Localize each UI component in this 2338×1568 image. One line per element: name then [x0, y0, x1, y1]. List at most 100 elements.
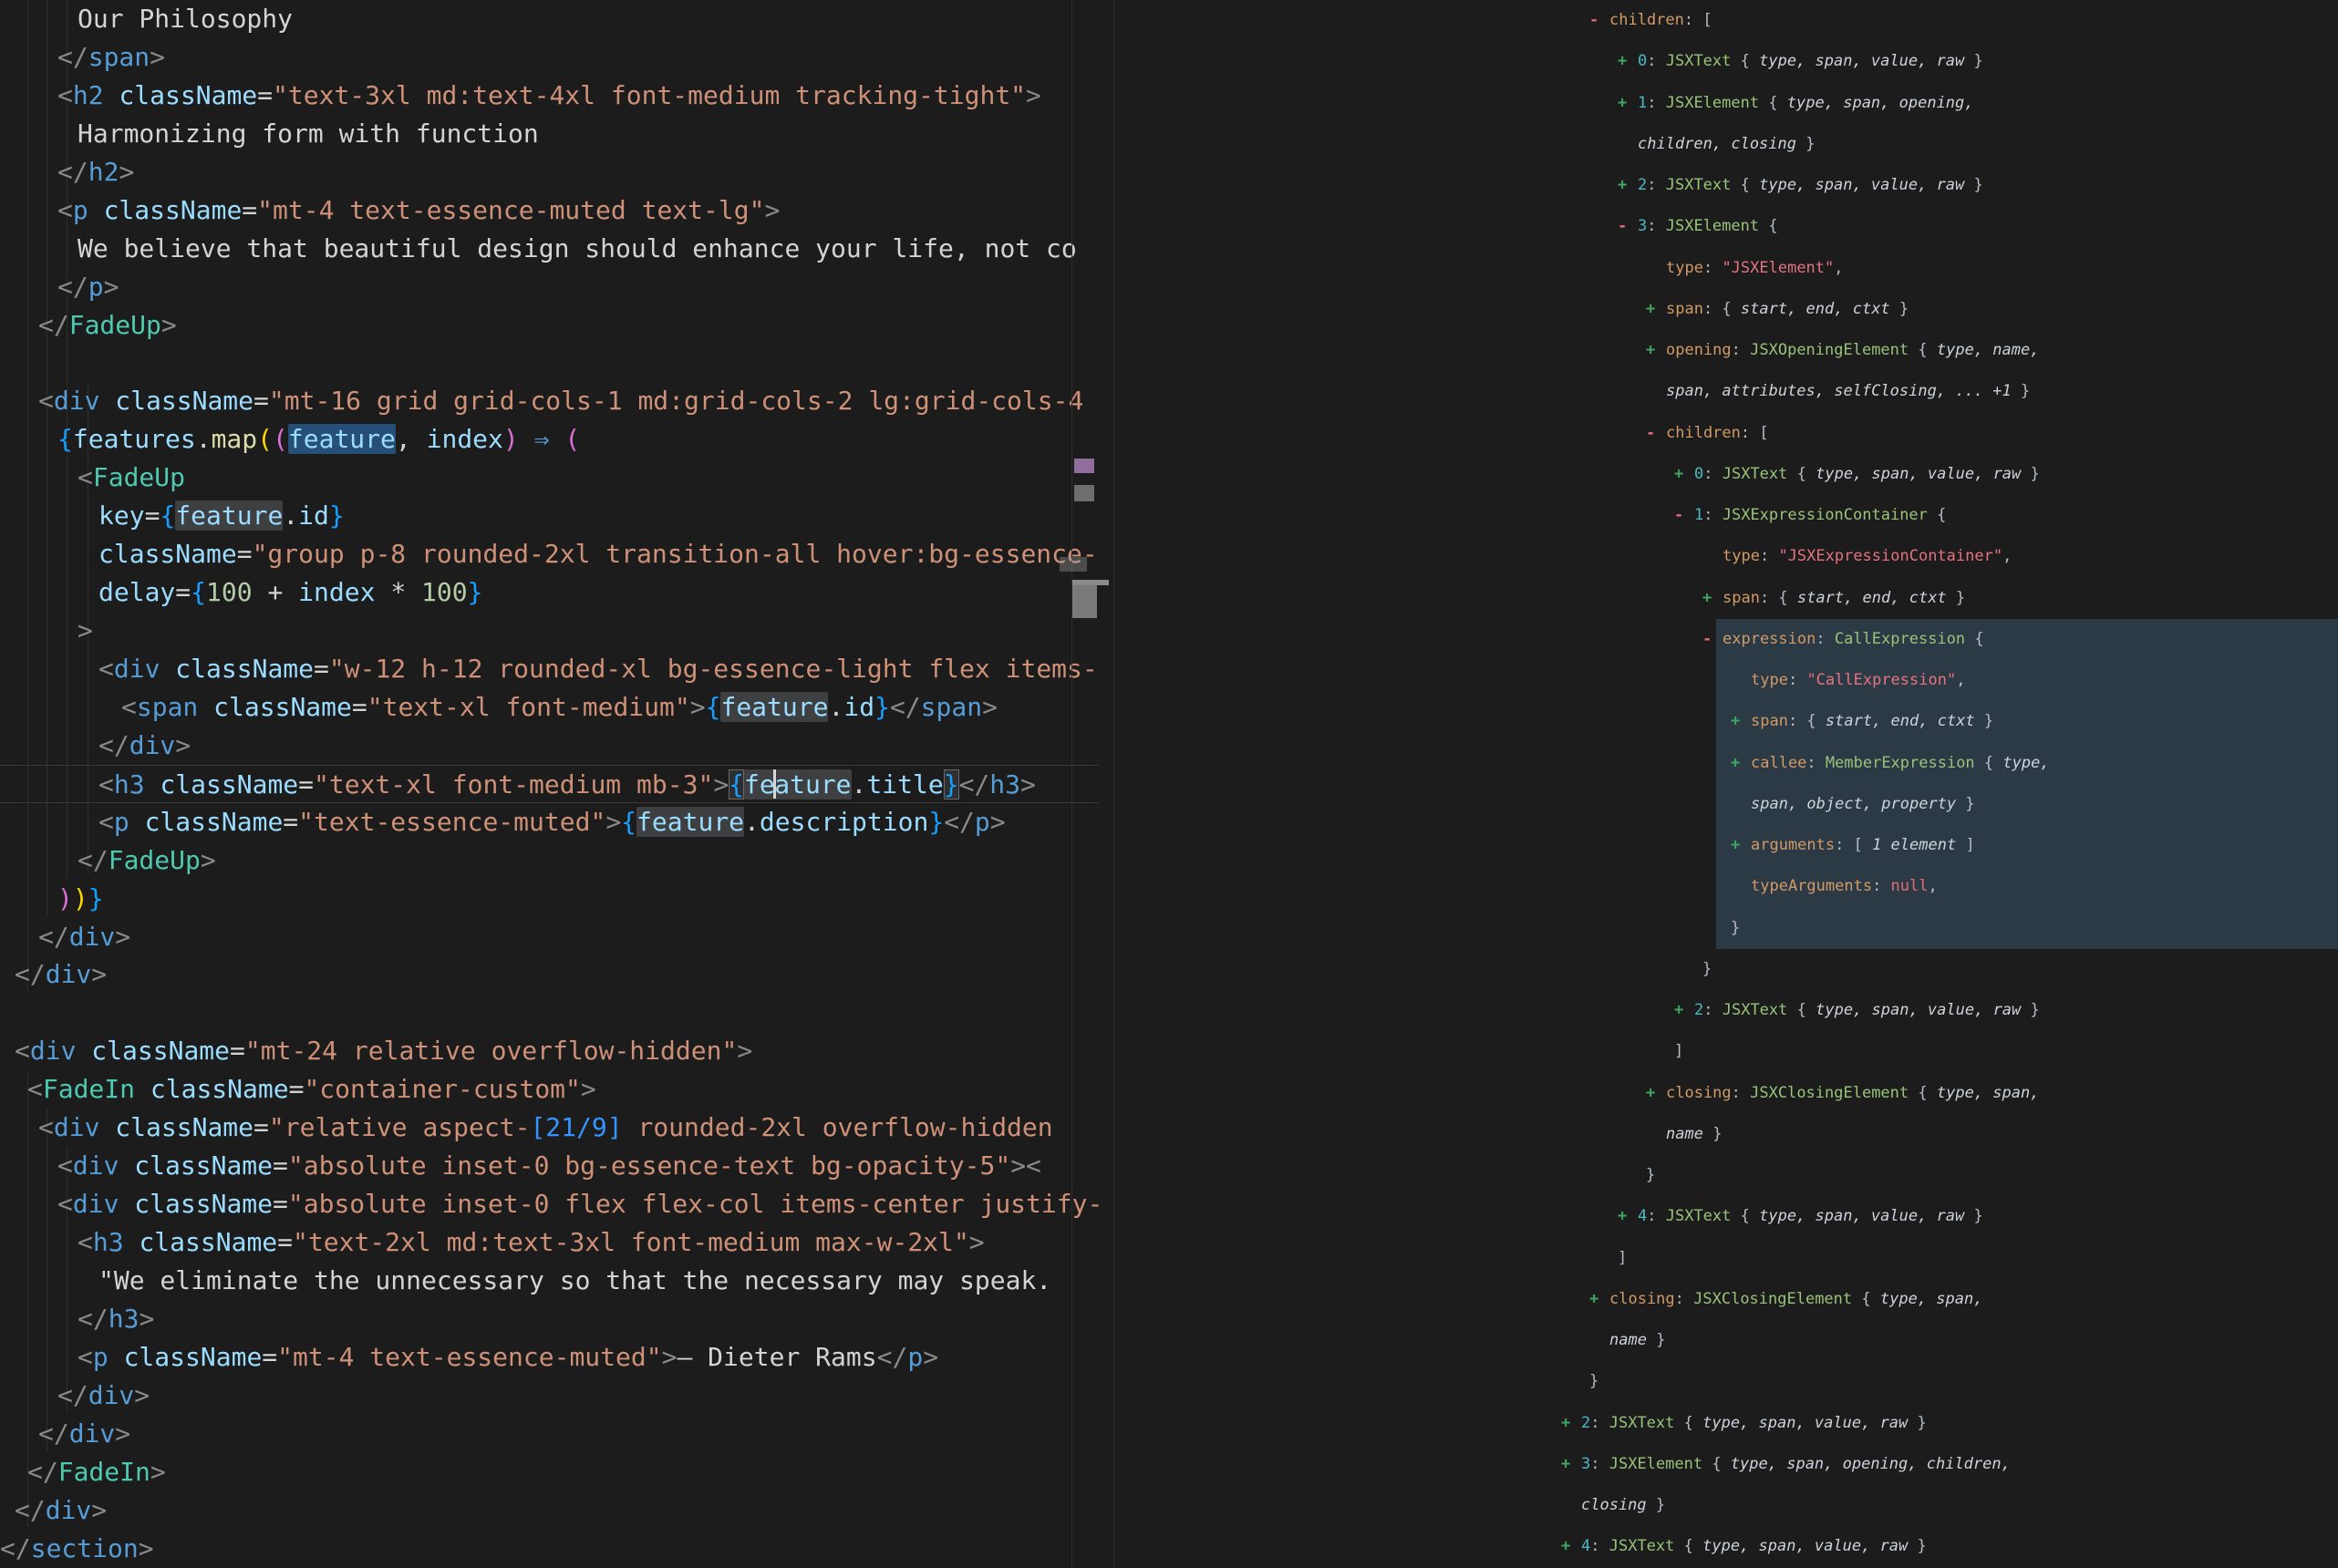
code-line[interactable]: <p className="mt-4 text-essence-muted">—… [0, 1338, 1099, 1377]
expand-toggle-icon[interactable]: + [1646, 1073, 1655, 1114]
code-line[interactable]: <div className="mt-16 grid grid-cols-1 m… [0, 382, 1099, 420]
code-line[interactable]: </p> [0, 268, 1099, 306]
ast-row[interactable]: -expression: CallExpression { [1550, 619, 2338, 660]
ast-row[interactable]: +2: JSXText { type, span, value, raw } [1550, 990, 2338, 1031]
code-line[interactable]: ))} [0, 880, 1099, 918]
ast-row[interactable]: } [1550, 1155, 2338, 1196]
code-line[interactable]: {features.map((feature, index) ⇒ ( [0, 420, 1099, 459]
code-line[interactable]: <p className="mt-4 text-essence-muted te… [0, 191, 1099, 230]
ast-row[interactable]: name } [1550, 1320, 2338, 1361]
ast-row[interactable]: +0: JSXText { type, span, value, raw } [1550, 41, 2338, 82]
ast-tree-pane[interactable]: -children: [+0: JSXText { type, span, va… [1550, 0, 2338, 1568]
ast-row[interactable]: +span: { start, end, ctxt } [1550, 701, 2338, 742]
code-line[interactable]: "We eliminate the unnecessary so that th… [0, 1262, 1099, 1300]
expand-toggle-icon[interactable]: + [1731, 701, 1740, 742]
ast-row[interactable]: span, attributes, selfClosing, ... +1 } [1550, 371, 2338, 412]
code-line[interactable]: </span> [0, 38, 1099, 77]
code-line[interactable]: </div> [0, 1415, 1099, 1453]
expand-toggle-icon[interactable]: + [1561, 1403, 1570, 1444]
code-line[interactable]: Harmonizing form with function [0, 115, 1099, 153]
collapse-toggle-icon[interactable]: - [1674, 495, 1683, 536]
ast-row[interactable]: closing } [1550, 1485, 2338, 1526]
code-line[interactable]: > [0, 612, 1099, 650]
ast-row[interactable]: -3: JSXElement { [1550, 206, 2338, 247]
collapse-toggle-icon[interactable]: - [1618, 206, 1627, 247]
ast-row[interactable]: +closing: JSXClosingElement { type, span… [1550, 1279, 2338, 1320]
code-line[interactable]: </div> [0, 918, 1099, 956]
ast-row[interactable]: +span: { start, end, ctxt } [1550, 578, 2338, 619]
ast-row[interactable]: +3: JSXElement { type, span, opening, ch… [1550, 1444, 2338, 1485]
ast-row[interactable]: +arguments: [ 1 element ] [1550, 825, 2338, 866]
ast-row[interactable]: +opening: JSXOpeningElement { type, name… [1550, 330, 2338, 371]
ast-row[interactable]: type: "CallExpression", [1550, 660, 2338, 701]
ast-row[interactable]: type: "JSXElement", [1550, 248, 2338, 289]
code-line[interactable]: </FadeIn> [0, 1453, 1099, 1491]
ast-row[interactable]: +span: { start, end, ctxt } [1550, 289, 2338, 330]
code-line[interactable]: </FadeUp> [0, 841, 1099, 880]
code-line[interactable]: </div> [0, 1377, 1099, 1415]
ast-row[interactable]: +4: JSXText { type, span, value, raw } [1550, 1196, 2338, 1237]
code-line[interactable]: <p className="text-essence-muted">{featu… [0, 803, 1099, 841]
expand-toggle-icon[interactable]: + [1561, 1444, 1570, 1485]
expand-toggle-icon[interactable]: + [1674, 990, 1683, 1031]
code-line[interactable]: </h3> [0, 1300, 1099, 1338]
ast-row[interactable]: +2: JSXText { type, span, value, raw } [1550, 165, 2338, 206]
ast-row[interactable]: -1: JSXExpressionContainer { [1550, 495, 2338, 536]
ast-row[interactable]: } [1550, 908, 2338, 949]
collapse-toggle-icon[interactable]: - [1702, 619, 1712, 660]
ast-row[interactable]: +1: JSXElement { type, span, opening, [1550, 83, 2338, 124]
ast-row[interactable]: +0: JSXText { type, span, value, raw } [1550, 454, 2338, 495]
minimap[interactable] [1071, 0, 1114, 1568]
ast-row[interactable]: ] [1550, 1238, 2338, 1279]
ast-row[interactable]: -children: [ [1550, 0, 2338, 41]
ast-row[interactable]: +4: JSXText { type, span, value, raw } [1550, 1526, 2338, 1567]
expand-toggle-icon[interactable]: + [1731, 825, 1740, 866]
expand-toggle-icon[interactable]: + [1702, 578, 1712, 619]
ast-row[interactable]: type: "JSXExpressionContainer", [1550, 536, 2338, 577]
code-line[interactable]: </FadeUp> [0, 306, 1099, 345]
expand-toggle-icon[interactable]: + [1618, 41, 1627, 82]
ast-row[interactable]: children, closing } [1550, 124, 2338, 165]
expand-toggle-icon[interactable]: + [1618, 83, 1627, 124]
expand-toggle-icon[interactable]: + [1674, 454, 1683, 495]
ast-row[interactable]: +callee: MemberExpression { type, [1550, 743, 2338, 784]
minimap-slider[interactable] [1072, 585, 1097, 618]
code-line[interactable]: delay={100 + index * 100} [0, 573, 1099, 612]
code-line[interactable]: </div> [0, 955, 1099, 994]
ast-row[interactable]: typeArguments: null, [1550, 866, 2338, 907]
code-line[interactable]: key={feature.id} [0, 497, 1099, 535]
code-editor-pane[interactable]: Our Philosophy</span><h2 className="text… [0, 0, 1099, 1568]
code-line[interactable]: <span className="text-xl font-medium">{f… [0, 688, 1099, 727]
expand-toggle-icon[interactable]: + [1618, 1196, 1627, 1237]
collapse-toggle-icon[interactable]: - [1589, 0, 1598, 41]
expand-toggle-icon[interactable]: + [1561, 1526, 1570, 1567]
code-line[interactable]: <div className="mt-24 relative overflow-… [0, 1032, 1099, 1070]
code-line[interactable]: <div className="relative aspect-[21/9] r… [0, 1109, 1099, 1147]
ast-row[interactable]: ] [1550, 1031, 2338, 1072]
expand-toggle-icon[interactable]: + [1589, 1279, 1598, 1320]
code-line[interactable] [0, 344, 1099, 382]
collapse-toggle-icon[interactable]: - [1646, 413, 1655, 454]
ast-row[interactable]: } [1550, 949, 2338, 990]
code-line[interactable]: <FadeUp [0, 459, 1099, 497]
code-line-current[interactable]: <h3 className="text-xl font-medium mb-3"… [0, 765, 1099, 803]
expand-toggle-icon[interactable]: + [1646, 289, 1655, 330]
code-line[interactable]: </section> [0, 1530, 1099, 1568]
code-line[interactable]: <div className="absolute inset-0 flex fl… [0, 1185, 1099, 1223]
code-line[interactable]: We believe that beautiful design should … [0, 230, 1099, 268]
code-line[interactable]: <h3 className="text-2xl md:text-3xl font… [0, 1223, 1099, 1262]
code-line[interactable]: <h2 className="text-3xl md:text-4xl font… [0, 77, 1099, 115]
expand-toggle-icon[interactable]: + [1646, 330, 1655, 371]
expand-toggle-icon[interactable]: + [1731, 743, 1740, 784]
code-line[interactable]: <FadeIn className="container-custom"> [0, 1070, 1099, 1109]
ast-row[interactable]: -children: [ [1550, 413, 2338, 454]
ast-row[interactable]: +closing: JSXClosingElement { type, span… [1550, 1073, 2338, 1114]
code-line[interactable]: Our Philosophy [0, 0, 1099, 38]
code-line[interactable]: className="group p-8 rounded-2xl transit… [0, 535, 1099, 573]
ast-row[interactable]: +2: JSXText { type, span, value, raw } [1550, 1403, 2338, 1444]
code-line[interactable]: <div className="w-12 h-12 rounded-xl bg-… [0, 650, 1099, 688]
code-line[interactable]: </div> [0, 727, 1099, 765]
ast-row[interactable]: span, object, property } [1550, 784, 2338, 825]
code-line[interactable] [0, 994, 1099, 1032]
expand-toggle-icon[interactable]: + [1618, 165, 1627, 206]
